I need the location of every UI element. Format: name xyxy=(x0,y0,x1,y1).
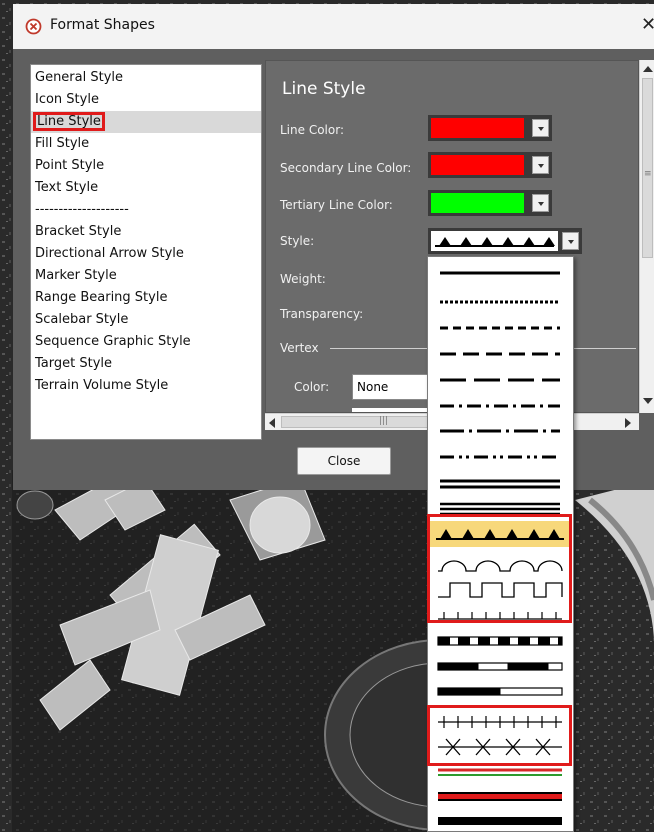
style-list-item[interactable]: Directional Arrow Style xyxy=(31,243,261,265)
option-dashed-double-band xyxy=(437,636,563,646)
option-triple xyxy=(440,502,560,516)
style-list-item[interactable]: Bracket Style xyxy=(31,221,261,243)
style-list-item[interactable]: Point Style xyxy=(31,155,261,177)
option-two-tone-band xyxy=(437,662,563,671)
style-list-item-label: Target Style xyxy=(35,356,113,371)
option-red-green-double xyxy=(438,768,562,776)
style-list-item-label: Point Style xyxy=(35,158,105,173)
style-list-item-label: Icon Style xyxy=(35,92,99,107)
scroll-right-arrow-icon[interactable] xyxy=(625,418,631,428)
scroll-grip-icon: ≡ xyxy=(644,169,652,179)
style-list-item-label: Bracket Style xyxy=(35,224,122,239)
style-list-item-label: Scalebar Style xyxy=(35,312,129,327)
style-list-item-label: Range Bearing Style xyxy=(35,290,168,305)
vertex-group-label: Vertex xyxy=(280,341,319,355)
chevron-down-icon[interactable] xyxy=(562,232,579,250)
style-list-item-label: Sequence Graphic Style xyxy=(35,334,191,349)
style-list-item[interactable]: Target Style xyxy=(31,353,261,375)
style-list-item[interactable]: Terrain Volume Style xyxy=(31,375,261,397)
line-style-select[interactable] xyxy=(428,228,582,254)
tertiary-line-color-swatch xyxy=(431,193,524,213)
style-list-item-label: Terrain Volume Style xyxy=(35,378,169,393)
weight-label: Weight: xyxy=(280,272,326,286)
secondary-line-color-picker[interactable] xyxy=(428,152,552,178)
scroll-grip: ||| xyxy=(379,416,389,426)
selected-line-style-preview xyxy=(431,231,558,251)
chevron-down-icon[interactable] xyxy=(532,156,549,174)
style-list-item-label: Fill Style xyxy=(35,136,90,151)
style-list-item[interactable]: General Style xyxy=(31,67,261,89)
window-close-button[interactable]: ✕ xyxy=(641,14,654,35)
style-list-item[interactable]: Fill Style xyxy=(31,133,261,155)
annotation-box-cross-group xyxy=(427,705,572,766)
line-color-swatch xyxy=(431,118,524,138)
scroll-left-arrow-icon[interactable] xyxy=(269,418,275,428)
tertiary-line-color-label: Tertiary Line Color: xyxy=(280,198,393,212)
option-double xyxy=(440,479,560,489)
tertiary-line-color-picker[interactable] xyxy=(428,190,552,216)
style-list-item[interactable]: Sequence Graphic Style xyxy=(31,331,261,353)
secondary-line-color-swatch xyxy=(431,155,524,175)
close-button[interactable]: Close xyxy=(297,447,391,475)
style-list-item-label: General Style xyxy=(35,70,124,85)
style-list-item[interactable]: Icon Style xyxy=(31,89,261,111)
option-red-thick-bar xyxy=(438,792,562,801)
scroll-thumb[interactable] xyxy=(642,78,653,258)
vertical-scrollbar[interactable]: ≡ xyxy=(639,60,654,413)
secondary-line-color-label: Secondary Line Color: xyxy=(280,161,412,175)
triangles-line-icon xyxy=(435,237,555,247)
style-list-item[interactable]: Line Style xyxy=(31,111,261,133)
option-half-filled-band xyxy=(437,687,563,696)
pane-title: Line Style xyxy=(282,79,366,99)
style-list-item-label: -------------------- xyxy=(35,202,129,217)
style-list-item[interactable]: Range Bearing Style xyxy=(31,287,261,309)
style-list-item-label: Line Style xyxy=(33,112,105,131)
list-separator: -------------------- xyxy=(31,199,261,221)
style-list-item-label: Marker Style xyxy=(35,268,117,283)
chevron-down-icon[interactable] xyxy=(532,119,549,137)
chevron-down-icon[interactable] xyxy=(532,194,549,212)
option-black-thick-bar xyxy=(438,817,562,825)
app-close-circle-icon xyxy=(25,18,42,35)
style-label: Style: xyxy=(280,234,315,248)
style-list-item[interactable]: Text Style xyxy=(31,177,261,199)
transparency-label: Transparency: xyxy=(280,307,364,321)
annotation-box-pattern-group xyxy=(427,514,572,623)
line-color-label: Line Color: xyxy=(280,123,344,137)
title-bar: Format Shapes ✕ xyxy=(13,4,654,49)
vertex-color-field[interactable]: None xyxy=(352,374,432,400)
scroll-up-arrow-icon[interactable] xyxy=(643,66,653,72)
scroll-thumb[interactable]: ||| xyxy=(281,416,431,428)
line-color-picker[interactable] xyxy=(428,115,552,141)
style-list-item[interactable]: Scalebar Style xyxy=(31,309,261,331)
vertex-color-label: Color: xyxy=(294,380,330,394)
style-list-item[interactable]: Marker Style xyxy=(31,265,261,287)
style-category-list[interactable]: General Style Icon Style Line Style Fill St… xyxy=(30,64,262,440)
dialog-title: Format Shapes xyxy=(50,17,155,33)
style-list-item-label: Text Style xyxy=(35,180,99,195)
style-list-item-label: Directional Arrow Style xyxy=(35,246,184,261)
scroll-down-arrow-icon[interactable] xyxy=(643,398,653,404)
